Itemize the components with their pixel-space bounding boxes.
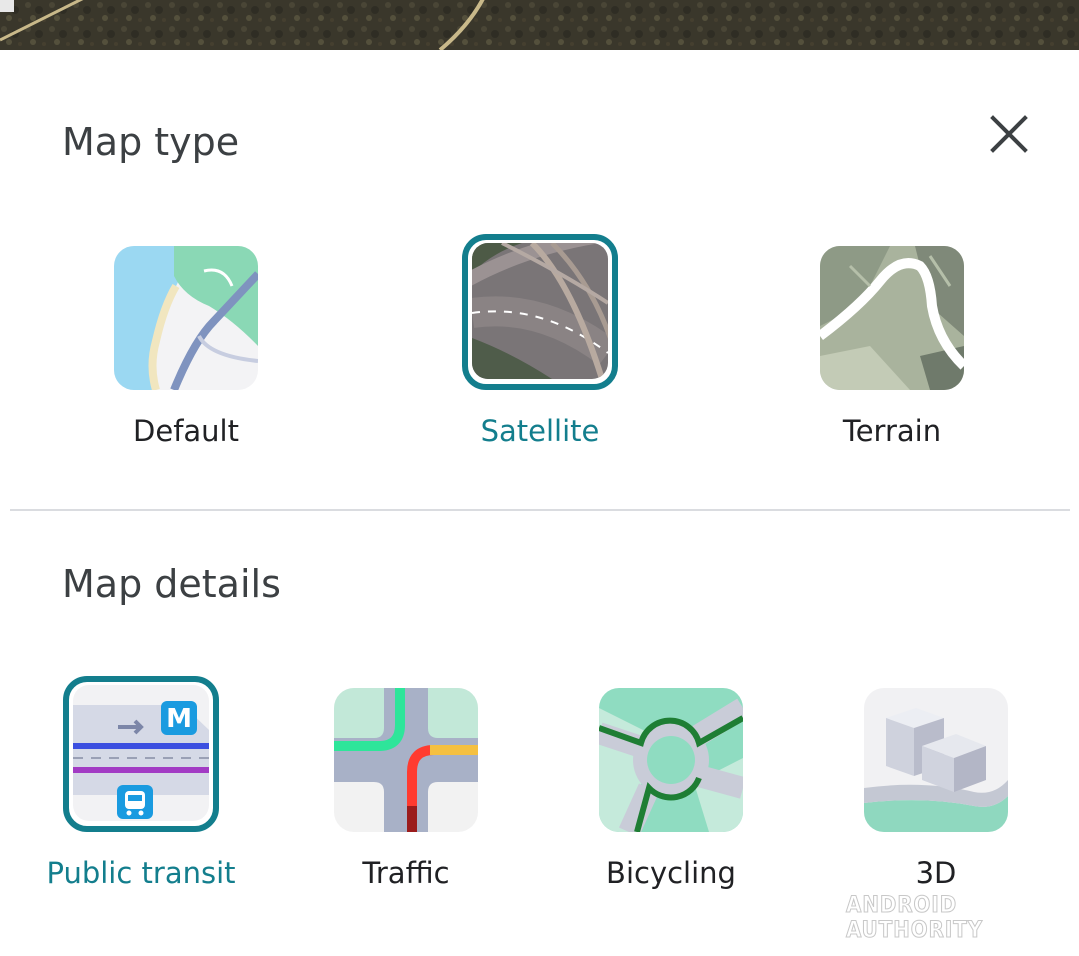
3d-buildings-icon	[864, 688, 1008, 832]
map-detail-bicycling[interactable]: Bicycling	[551, 688, 791, 918]
layers-bottom-sheet: Map type Default Satellite Terrain Map d…	[0, 50, 1079, 956]
map-detail-label: Bicycling	[606, 856, 736, 890]
map-type-label: Satellite	[480, 414, 600, 448]
map-type-satellite[interactable]: Satellite	[420, 234, 660, 476]
svg-text:M: M	[166, 704, 192, 734]
map-type-label: Terrain	[842, 414, 942, 448]
map-type-heading: Map type	[62, 120, 240, 164]
satellite-map-icon	[472, 243, 608, 379]
map-type-terrain[interactable]: Terrain	[772, 246, 1012, 476]
public-transit-icon: M	[73, 685, 209, 821]
map-detail-label: Traffic	[362, 856, 450, 890]
watermark: ANDROID AUTHORITY	[846, 893, 984, 944]
map-detail-public-transit[interactable]: M Public transit	[21, 676, 261, 918]
map-type-default[interactable]: Default	[66, 246, 306, 476]
section-divider	[10, 509, 1070, 511]
terrain-map-icon	[820, 246, 964, 390]
map-detail-traffic[interactable]: Traffic	[286, 688, 526, 918]
default-map-icon	[114, 246, 258, 390]
map-detail-label: 3D	[915, 856, 957, 890]
traffic-icon	[334, 688, 478, 832]
close-icon	[990, 115, 1028, 153]
bicycling-icon	[599, 688, 743, 832]
map-detail-label: Public transit	[46, 856, 236, 890]
map-detail-3d[interactable]: 3D	[816, 688, 1056, 918]
map-type-label: Default	[133, 414, 239, 448]
map-background[interactable]	[0, 0, 1079, 50]
close-button[interactable]	[982, 107, 1036, 161]
satellite-map-preview	[0, 0, 1079, 50]
map-details-heading: Map details	[62, 562, 281, 606]
